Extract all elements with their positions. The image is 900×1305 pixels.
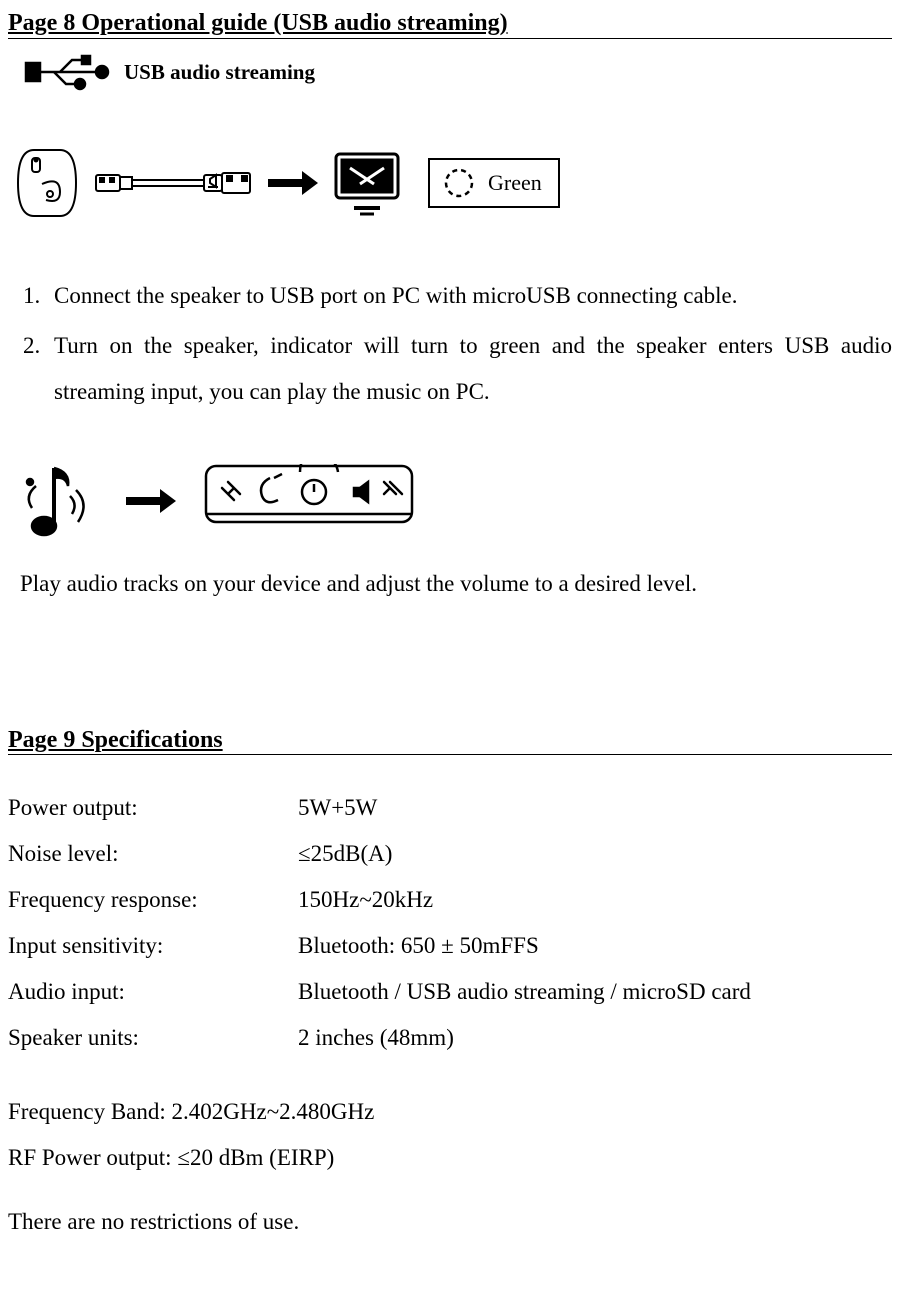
extra-spec-line: RF Power output: ≤20 dBm (EIRP) xyxy=(8,1135,892,1181)
spec-value: ≤25dB(A) xyxy=(298,831,392,877)
spec-label: Input sensitivity: xyxy=(8,923,298,969)
step-item: Turn on the speaker, indicator will turn… xyxy=(46,323,892,415)
usb-cable-icon xyxy=(94,165,254,201)
led-color-label: Green xyxy=(488,170,542,196)
spec-label: Power output: xyxy=(8,785,298,831)
spec-label: Audio input: xyxy=(8,969,298,1015)
page9-header: Page 9 Specifications xyxy=(8,727,892,755)
spec-label: Speaker units: xyxy=(8,1015,298,1061)
page8-header: Page 8 Operational guide (USB audio stre… xyxy=(8,10,892,39)
monitor-icon xyxy=(332,150,402,216)
play-diagram xyxy=(18,451,892,551)
spec-row: Noise level: ≤25dB(A) xyxy=(8,831,892,877)
play-instruction: Play audio tracks on your device and adj… xyxy=(20,571,892,597)
connection-diagram: Green xyxy=(14,143,892,223)
usb-icon xyxy=(20,51,110,93)
arrow-icon xyxy=(268,171,318,195)
spec-value: Bluetooth / USB audio streaming / microS… xyxy=(298,969,751,1015)
specifications-table: Power output: 5W+5W Noise level: ≤25dB(A… xyxy=(8,785,892,1061)
music-note-icon xyxy=(18,456,98,546)
instruction-steps: Connect the speaker to USB port on PC wi… xyxy=(8,273,892,415)
led-indicator-box: Green xyxy=(428,158,560,208)
spec-value: 5W+5W xyxy=(298,785,377,831)
usb-streaming-label-row: USB audio streaming xyxy=(20,51,892,93)
spec-label: Frequency response: xyxy=(8,877,298,923)
spec-row: Speaker units: 2 inches (48mm) xyxy=(8,1015,892,1061)
speaker-icon xyxy=(14,146,80,220)
spec-row: Audio input: Bluetooth / USB audio strea… xyxy=(8,969,892,1015)
extra-spec-line: Frequency Band: 2.402GHz~2.480GHz xyxy=(8,1089,892,1135)
spec-value: 150Hz~20kHz xyxy=(298,877,433,923)
arrow-icon xyxy=(126,489,176,513)
spec-value: Bluetooth: 650 ± 50mFFS xyxy=(298,923,539,969)
usb-streaming-label: USB audio streaming xyxy=(124,60,315,85)
spec-label: Noise level: xyxy=(8,831,298,877)
restrictions-note: There are no restrictions of use. xyxy=(8,1209,892,1235)
page8-title: Page 8 Operational guide (USB audio stre… xyxy=(8,10,508,38)
spec-value: 2 inches (48mm) xyxy=(298,1015,454,1061)
led-icon xyxy=(442,166,476,200)
spec-row: Frequency response: 150Hz~20kHz xyxy=(8,877,892,923)
controls-panel-icon xyxy=(204,464,414,538)
extra-specifications: Frequency Band: 2.402GHz~2.480GHz RF Pow… xyxy=(8,1089,892,1181)
spec-row: Power output: 5W+5W xyxy=(8,785,892,831)
spec-row: Input sensitivity: Bluetooth: 650 ± 50mF… xyxy=(8,923,892,969)
page9-title: Page 9 Specifications xyxy=(8,727,223,754)
step-item: Connect the speaker to USB port on PC wi… xyxy=(46,273,892,319)
